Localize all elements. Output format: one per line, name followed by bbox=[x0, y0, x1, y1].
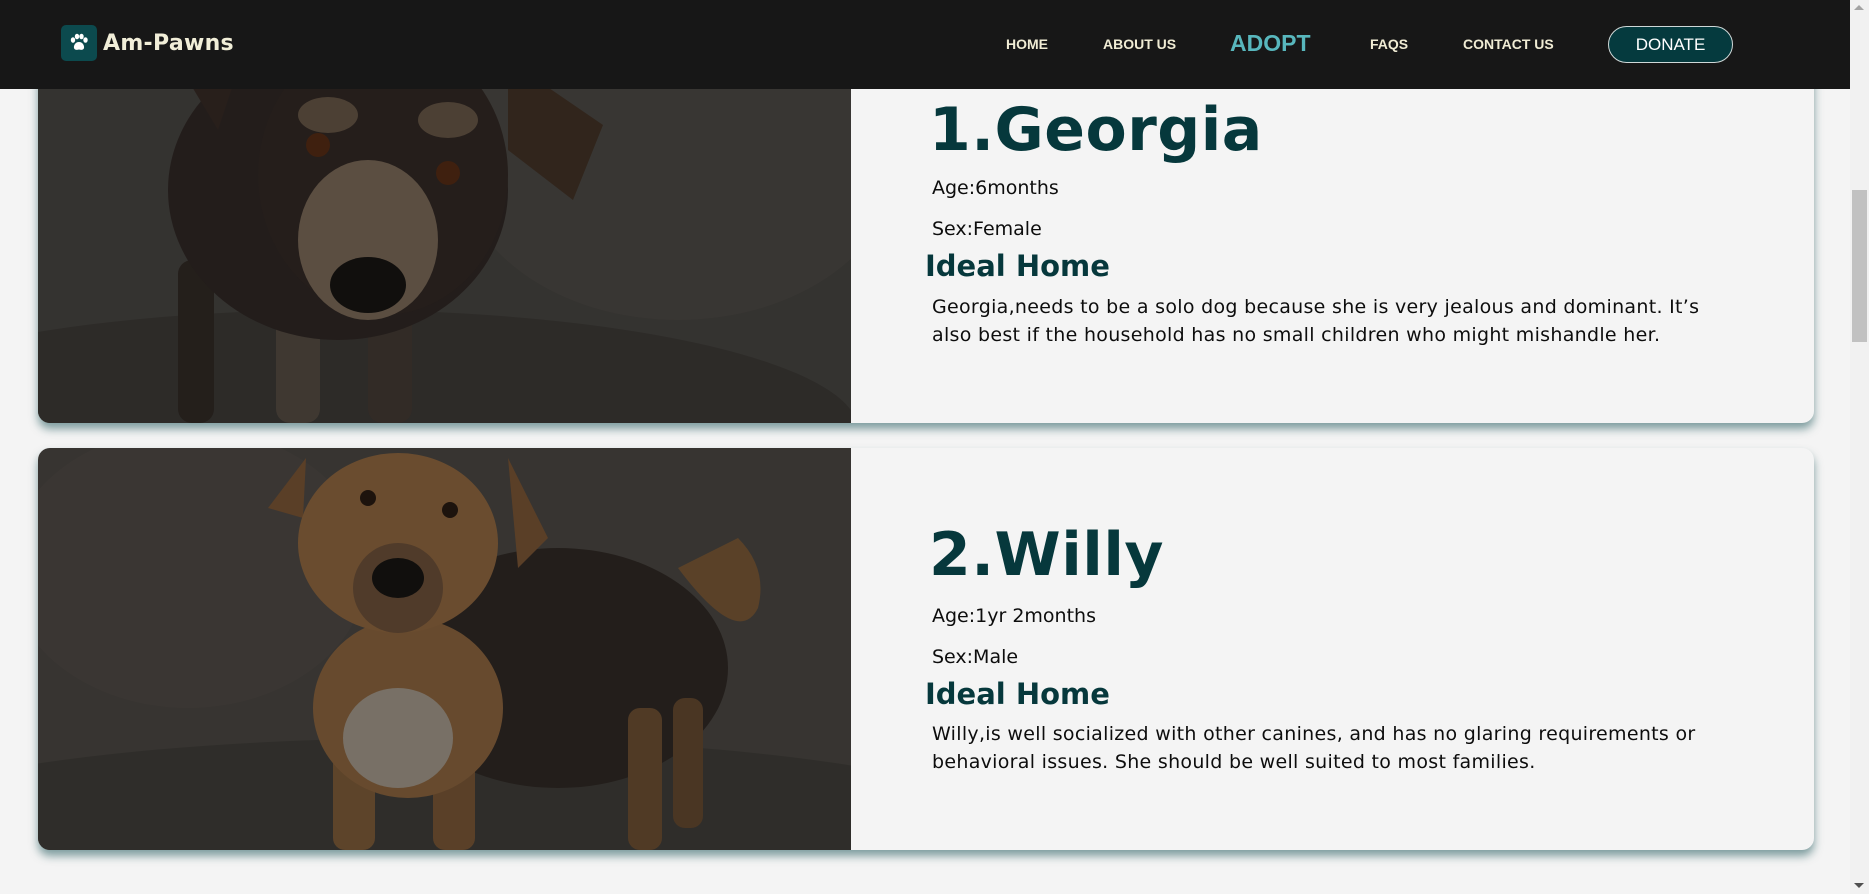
scrollbar-thumb[interactable] bbox=[1852, 190, 1867, 342]
ideal-home-heading: Ideal Home bbox=[925, 677, 1110, 711]
dog-sex: Sex:Male bbox=[932, 646, 1019, 668]
scroll-down-arrow-icon[interactable] bbox=[1854, 883, 1864, 888]
dog-card-willy: 2.Willy Age:1yr 2months Sex:Male Ideal H… bbox=[38, 448, 1814, 850]
scroll-up-arrow-icon[interactable] bbox=[1854, 5, 1864, 10]
paw-icon bbox=[61, 25, 97, 61]
brand-logo[interactable]: Am-Pawns bbox=[61, 25, 234, 61]
nav-link-about-us[interactable]: ABOUT US bbox=[1103, 36, 1176, 52]
page-scrollbar[interactable] bbox=[1850, 0, 1869, 894]
nav-link-faqs[interactable]: FAQS bbox=[1370, 36, 1408, 52]
ideal-home-description: Willy,is well socialized with other cani… bbox=[932, 723, 1696, 773]
dog-name: 1.Georgia bbox=[929, 95, 1263, 165]
dog-age: Age:1yr 2months bbox=[932, 605, 1096, 627]
nav-link-adopt[interactable]: ADOPT bbox=[1230, 30, 1311, 57]
brand-name: Am-Pawns bbox=[103, 30, 234, 56]
nav-link-contact-us[interactable]: CONTACT US bbox=[1463, 36, 1554, 52]
dog-sex: Sex:Female bbox=[932, 218, 1042, 240]
ideal-home-description: Georgia,needs to be a solo dog because s… bbox=[932, 296, 1700, 346]
dog-age: Age:6months bbox=[932, 177, 1059, 199]
dog-name: 2.Willy bbox=[929, 520, 1165, 590]
donate-button[interactable]: DONATE bbox=[1608, 26, 1733, 63]
top-navbar: Am-Pawns HOME ABOUT US ADOPT FAQS CONTAC… bbox=[0, 0, 1850, 89]
nav-link-home[interactable]: HOME bbox=[1006, 36, 1048, 52]
dog-info-willy: 2.Willy Age:1yr 2months Sex:Male Ideal H… bbox=[851, 448, 1814, 850]
ideal-home-heading: Ideal Home bbox=[925, 249, 1110, 283]
dog-photo-willy bbox=[38, 448, 851, 850]
